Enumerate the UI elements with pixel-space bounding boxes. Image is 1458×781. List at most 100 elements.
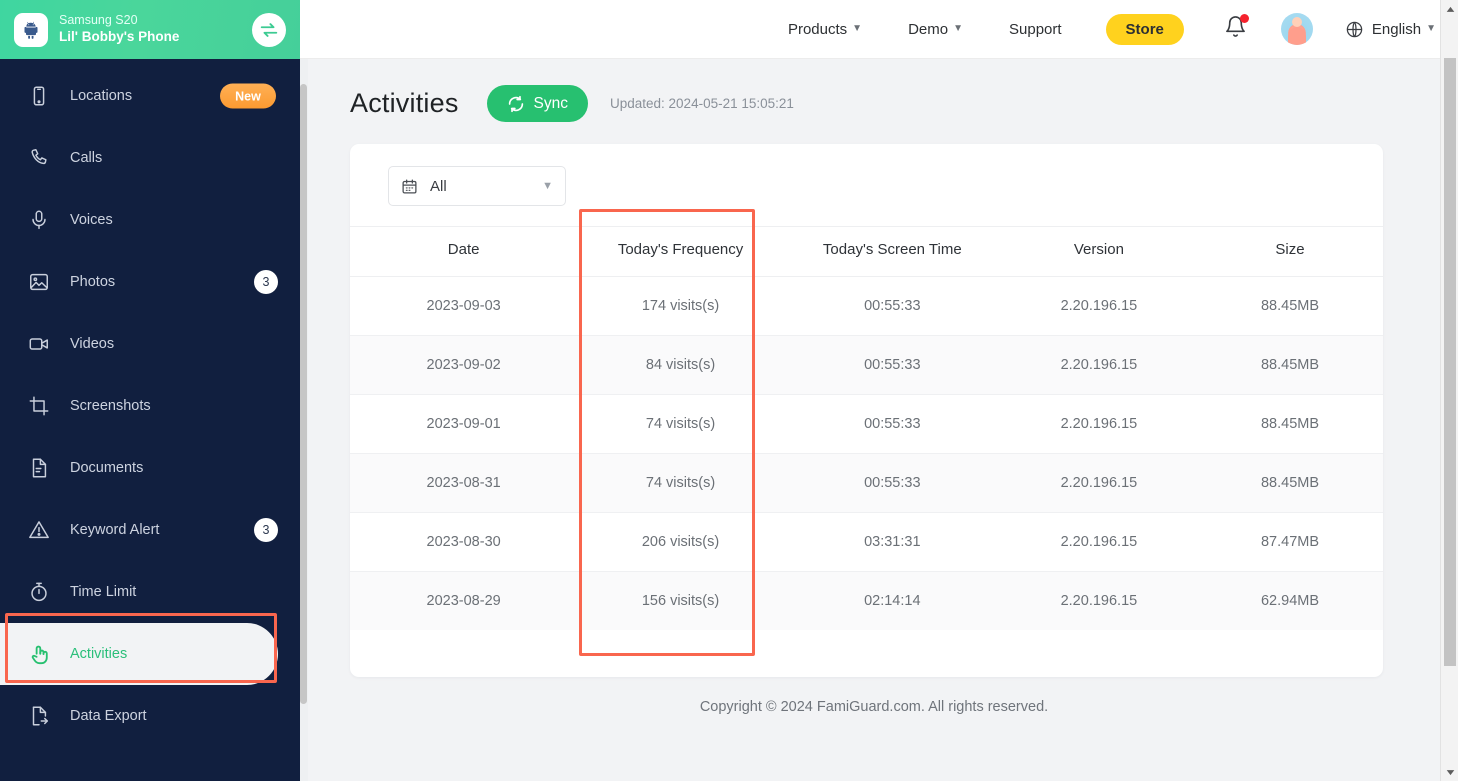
- calendar-icon: [401, 178, 418, 195]
- nav-products[interactable]: Products ▼: [788, 21, 862, 38]
- table-cell-date: 2023-08-29: [426, 593, 501, 609]
- sidebar-item-videos[interactable]: Videos: [0, 313, 300, 375]
- table-header-cell: Version: [1000, 226, 1198, 277]
- sidebar-item-data-export[interactable]: Data Export: [0, 685, 300, 747]
- table-cell-today-s-frequency: 74 visits(s): [577, 453, 784, 513]
- store-button[interactable]: Store: [1105, 13, 1184, 45]
- sidebar-item-locations[interactable]: Locations New: [0, 65, 300, 127]
- video-camera-icon: [28, 333, 54, 355]
- table-cell-size: 62.94MB: [1260, 593, 1320, 609]
- globe-icon: [1345, 20, 1364, 39]
- table-cell-today-s-frequency: 156 visits(s): [641, 593, 720, 609]
- date-filter-dropdown[interactable]: All ▼: [388, 166, 566, 206]
- export-file-icon: [28, 705, 54, 727]
- language-selector[interactable]: English ▼: [1345, 20, 1436, 39]
- table-cell-date: 2023-09-01: [350, 394, 578, 454]
- window-scrollbar[interactable]: [1440, 0, 1458, 781]
- sidebar-item-label: Activities: [70, 646, 128, 662]
- sync-button[interactable]: Sync: [486, 85, 588, 122]
- table-cell-version: 2.20.196.15: [1060, 593, 1138, 609]
- document-icon: [28, 457, 54, 479]
- window-scrollbar-thumb[interactable]: [1444, 58, 1456, 666]
- count-badge: 3: [254, 270, 278, 294]
- refresh-icon: [507, 95, 525, 113]
- crop-icon: [28, 395, 54, 417]
- table-row[interactable]: 2023-09-02 84 visits(s) 00:55:33 2.20.196.1…: [350, 335, 1383, 395]
- sidebar-item-keyword-alert[interactable]: Keyword Alert 3: [0, 499, 300, 561]
- table-header-cell: Today's Screen Time: [783, 226, 1001, 277]
- nav-support[interactable]: Support: [1009, 21, 1062, 38]
- table-row[interactable]: 2023-09-03 174 visits(s) 00:55:33 2.20.196.…: [350, 276, 1383, 336]
- table-row[interactable]: 2023-08-31 74 visits(s) 00:55:33 2.20.196.1…: [350, 453, 1383, 513]
- chevron-down-icon: ▼: [1426, 23, 1436, 34]
- notification-bell-icon[interactable]: [1224, 14, 1249, 43]
- user-avatar[interactable]: [1280, 13, 1313, 45]
- sidebar-item-screenshots[interactable]: Screenshots: [0, 375, 300, 437]
- chevron-down-icon: ▼: [953, 23, 963, 34]
- sidebar-item-documents[interactable]: Documents: [0, 437, 300, 499]
- notification-dot-badge: [1239, 14, 1249, 23]
- table-cell-today-s-screen-time: 00:55:33: [783, 453, 1001, 513]
- footer-copyright: Copyright © 2024 FamiGuard.com. All righ…: [699, 699, 1049, 715]
- table-cell-version: 2.20.196.15: [1000, 453, 1198, 513]
- table-cell-today-s-screen-time: 00:55:33: [783, 394, 1001, 454]
- scroll-down-arrow-icon[interactable]: [1441, 763, 1458, 781]
- table-cell-size: 88.45MB: [1197, 276, 1383, 336]
- sidebar-item-label: Calls: [70, 150, 103, 166]
- content-scrollbar[interactable]: [300, 84, 308, 704]
- sidebar-item-time-limit[interactable]: Time Limit: [0, 561, 300, 623]
- table-row[interactable]: 2023-08-30 206 visits(s) 03:31:31 2.20.196.…: [350, 512, 1383, 572]
- page-title: Activities: [350, 88, 459, 118]
- table-cell-date: 2023-08-30: [350, 512, 578, 572]
- card-toolbar: All ▼: [350, 144, 1383, 226]
- table-row[interactable]: 2023-08-29 156 visits(s) 02:14:14 2.20.196.…: [350, 571, 1383, 630]
- table-cell-size: 88.45MB: [1197, 335, 1383, 395]
- android-robot-icon: [14, 12, 48, 47]
- switch-device-icon[interactable]: [252, 12, 286, 47]
- sidebar-item-voices[interactable]: Voices: [0, 189, 300, 251]
- device-name: Lil' Bobby's Phone: [59, 28, 180, 44]
- photo-icon: [28, 271, 54, 293]
- sidebar-item-label: Screenshots: [70, 398, 151, 414]
- table-cell-today-s-screen-time: 00:55:33: [783, 276, 1001, 336]
- microphone-icon: [28, 209, 54, 231]
- table-row[interactable]: 2023-09-01 74 visits(s) 00:55:33 2.20.196.1…: [350, 394, 1383, 454]
- sidebar-menu: Locations New Calls Voices Photos 3 Videos Scre…: [0, 59, 300, 747]
- new-badge: New: [220, 83, 276, 109]
- activities-table: Date Today's Frequency Today's Screen Time…: [350, 226, 1383, 630]
- sidebar-item-label: Documents: [70, 460, 144, 476]
- nav-demo[interactable]: Demo ▼: [908, 21, 963, 38]
- sidebar: Samsung S20 Lil' Bobby's Phone Locations…: [0, 0, 300, 781]
- table-cell-today-s-screen-time: 02:14:14: [864, 593, 921, 609]
- sidebar-item-activities[interactable]: Activities: [0, 623, 278, 685]
- sidebar-item-label: Data Export: [70, 708, 147, 724]
- table-cell-date: 2023-09-02: [350, 335, 578, 395]
- language-label: English: [1371, 20, 1422, 38]
- table-cell-date: 2023-08-31: [350, 453, 578, 513]
- card-footer-space: [350, 630, 1383, 677]
- table-cell-size: 87.47MB: [1197, 512, 1383, 572]
- content-scrollbar-thumb[interactable]: [300, 84, 307, 704]
- sidebar-item-photos[interactable]: Photos 3: [0, 251, 300, 313]
- table-cell-today-s-frequency: 74 visits(s): [577, 394, 784, 454]
- sidebar-item-label: Time Limit: [70, 584, 137, 600]
- phone-call-icon: [28, 147, 54, 169]
- sidebar-item-calls[interactable]: Calls: [0, 127, 300, 189]
- warning-triangle-icon: [28, 519, 54, 541]
- table-cell-today-s-screen-time: 03:31:31: [783, 512, 1001, 572]
- scroll-up-arrow-icon[interactable]: [1441, 0, 1458, 18]
- table-cell-size: 88.45MB: [1197, 453, 1383, 513]
- table-cell-version: 2.20.196.15: [1000, 335, 1198, 395]
- table-cell-size: 88.45MB: [1197, 394, 1383, 454]
- updated-timestamp: Updated: 2024-05-21 15:05:21: [610, 96, 794, 111]
- sidebar-item-label: Locations: [70, 88, 133, 104]
- table-cell-version: 2.20.196.15: [1000, 512, 1198, 572]
- app-root: Samsung S20 Lil' Bobby's Phone Locations…: [0, 0, 1458, 781]
- table-header-cell: Date: [350, 226, 578, 277]
- table-body: 2023-09-03 174 visits(s) 00:55:33 2.20.196.…: [350, 276, 1383, 630]
- nav-products-label: Products: [787, 20, 848, 38]
- sync-button-label: Sync: [533, 94, 568, 112]
- date-filter-value: All: [430, 177, 447, 195]
- table-header-cell: Today's Frequency: [577, 226, 784, 277]
- main-content: Activities Sync Updated: 2024-05-21 15:0…: [308, 59, 1440, 781]
